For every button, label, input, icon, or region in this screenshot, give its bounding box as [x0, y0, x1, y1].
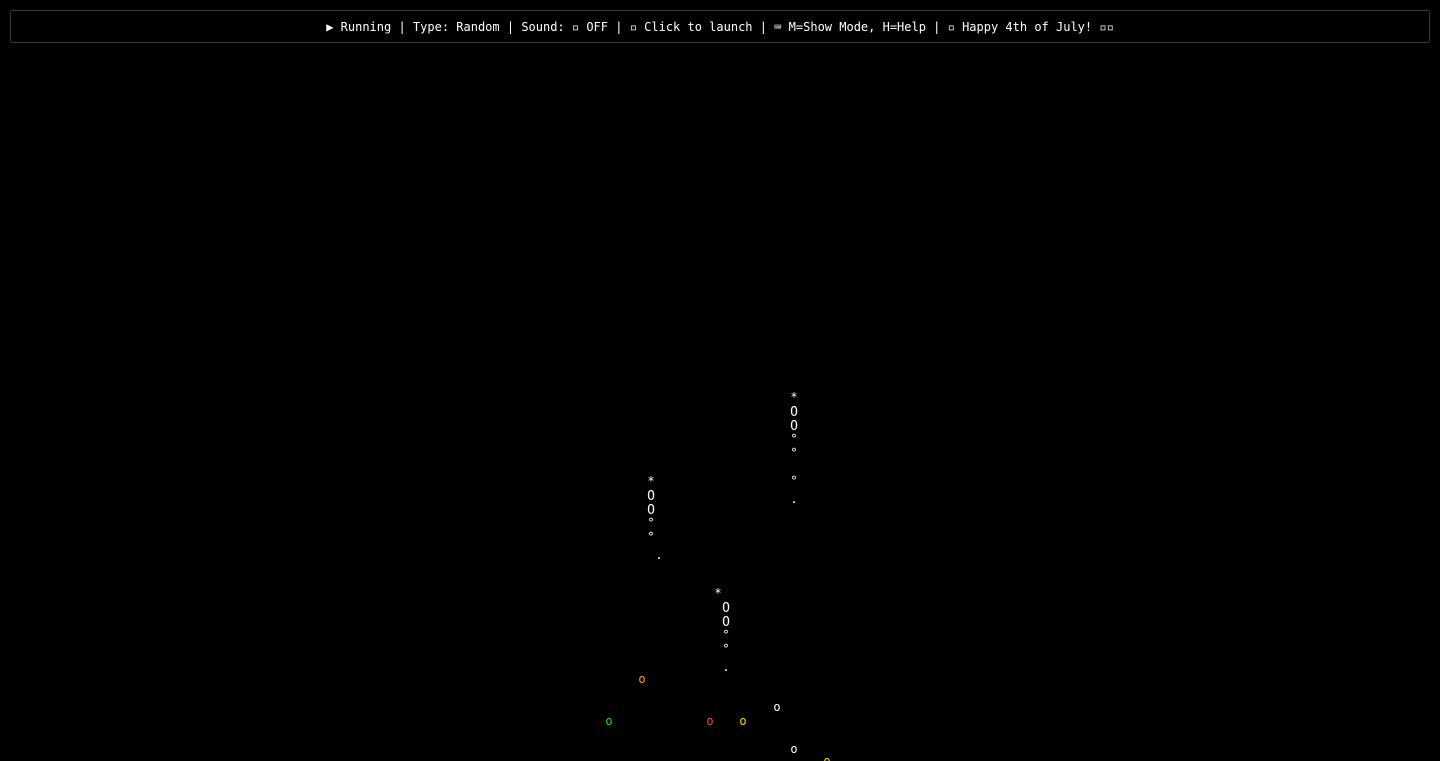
rocket-trail-glyph: °	[722, 628, 730, 642]
separator: |	[499, 19, 522, 34]
rocket-trail-glyph: °	[647, 530, 655, 544]
rocket-trail-glyph: *	[790, 390, 798, 404]
separator: |	[391, 19, 413, 34]
spark-particle: o	[706, 714, 714, 728]
rocket-trail-glyph: .	[655, 548, 663, 562]
rocket-trail-glyph: O	[647, 489, 655, 504]
spark-particle: o	[739, 714, 747, 728]
play-icon: ▶	[326, 19, 334, 34]
separator: |	[752, 19, 775, 34]
spark-particle: o	[605, 714, 613, 728]
separator: |	[925, 19, 948, 34]
rocket-trail-glyph: °	[647, 516, 655, 530]
firework-type-label: Type: Random	[412, 19, 500, 34]
spark-particle: o	[638, 672, 646, 686]
rocket-trail-glyph: .	[722, 660, 730, 674]
spark-particle: o	[773, 700, 781, 714]
rocket-trail-glyph: .	[790, 492, 798, 506]
rocket-trail-glyph: °	[790, 474, 798, 488]
spark-particle: o	[790, 742, 798, 756]
rocket-trail-glyph: O	[790, 405, 798, 420]
rocket-trail-glyph: °	[790, 446, 798, 460]
rocket-trail-glyph: O	[722, 601, 730, 616]
rocket-trail-glyph: °	[790, 432, 798, 446]
status-bar: ▶ Running | Type: Random | Sound: ▫ OFF …	[10, 10, 1430, 43]
keyboard-shortcuts-label: ⌨ M=Show Mode, H=Help	[774, 19, 926, 34]
sound-status-label: Sound: ▫ OFF	[521, 19, 609, 34]
rocket-trail-glyph: *	[714, 586, 722, 600]
spark-particle: o	[823, 754, 831, 761]
separator: |	[608, 19, 630, 34]
rocket-trail-glyph: *	[647, 474, 655, 488]
run-state-label: Running	[340, 19, 392, 34]
rocket-trail-glyph: °	[722, 642, 730, 656]
launch-hint-label: ▫ Click to launch	[629, 19, 753, 34]
greeting-label: ▫ Happy 4th of July! ▫▫	[947, 19, 1114, 34]
fireworks-canvas[interactable]: ▶ Running | Type: Random | Sound: ▫ OFF …	[0, 0, 1440, 761]
